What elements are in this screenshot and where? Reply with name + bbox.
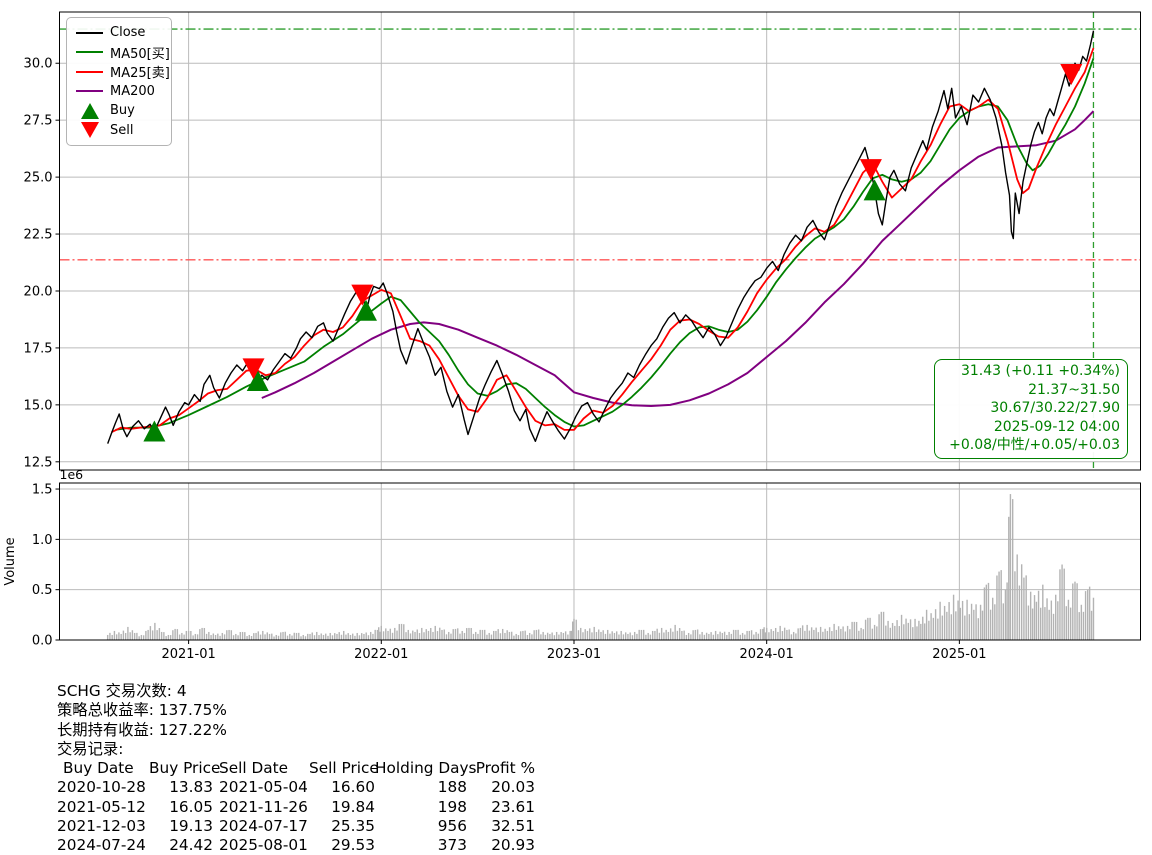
close-line-icon (76, 31, 103, 34)
annotation-price-line: 31.43 (+0.11 +0.34%) (960, 363, 1120, 379)
legend-label: Sell (110, 122, 134, 138)
svg-text:0.0: 0.0 (32, 634, 53, 649)
trading-chart-page: 12.5 15.0 17.5 20.0 22.5 25.0 27.5 30.0 0.0 0.5 1.… (0, 0, 1152, 855)
col-holding-days: Holding Days (375, 759, 477, 778)
symbol-trade-count: SCHG 交易次数: 4 (57, 682, 187, 700)
buy-marker (246, 369, 269, 391)
cell-sell-price: 29.53 (331, 836, 375, 855)
cell-sell-price: 19.84 (331, 797, 375, 816)
trade-table-header: Buy Date Buy Price Sell Date Sell Price … (57, 759, 535, 778)
svg-text:25.0: 25.0 (24, 171, 53, 186)
cell-buy-price: 19.13 (169, 817, 213, 836)
price-volume-chart: 12.5 15.0 17.5 20.0 22.5 25.0 27.5 30.0 0.0 0.5 1.… (3, 11, 1141, 662)
buy-triangle-icon (76, 102, 103, 119)
cell-sell-date: 2024-07-17 (219, 817, 308, 836)
trade-records-label: 交易记录: (57, 739, 124, 758)
volume-offset-label: 1e6 (60, 467, 84, 482)
cell-sell-price: 16.60 (331, 778, 375, 797)
cell-profit-pct: 23.61 (491, 797, 535, 816)
volume-axis-label: Volume (3, 537, 18, 585)
svg-text:30.0: 30.0 (24, 57, 53, 72)
cell-profit-pct: 20.03 (491, 778, 535, 797)
cell-holding-days: 198 (437, 797, 467, 816)
svg-text:2025-01: 2025-01 (932, 647, 986, 662)
cell-sell-date: 2025-08-01 (219, 836, 308, 855)
legend-item-ma50: MA50[买] (76, 43, 170, 63)
legend-label: MA200 (110, 83, 155, 99)
svg-text:2021-01: 2021-01 (161, 647, 215, 662)
cell-buy-price: 16.05 (169, 797, 213, 816)
svg-text:22.5: 22.5 (24, 228, 53, 243)
cell-buy-price: 24.42 (169, 836, 213, 855)
annotation-signal-line: +0.08/中性/+0.05/+0.03 (949, 437, 1120, 453)
cell-sell-date: 2021-11-26 (219, 797, 308, 816)
ma200-line-icon (76, 90, 103, 93)
sell-triangle-icon (76, 122, 103, 139)
annotation-range-line: 21.37~31.50 (1028, 381, 1120, 398)
svg-text:27.5: 27.5 (24, 114, 53, 129)
svg-text:20.0: 20.0 (24, 284, 53, 299)
svg-text:1.0: 1.0 (32, 533, 53, 548)
legend-label: Buy (110, 103, 135, 119)
cell-sell-price: 25.35 (331, 817, 375, 836)
price-annotation-box: 31.43 (+0.11 +0.34%) 21.37~31.50 30.67/3… (934, 359, 1128, 459)
cell-holding-days: 956 (437, 817, 467, 836)
legend-item-buy: Buy (76, 101, 162, 121)
trade-row: 2020-10-28 13.83 2021-05-04 16.60 188 20… (57, 778, 535, 797)
buy-hold-return: 长期持有收益: 127.22% (57, 720, 227, 739)
annotation-ma-line: 30.67/30.22/27.90 (990, 400, 1120, 416)
trade-row: 2024-07-24 24.42 2025-08-01 29.53 373 20… (57, 836, 535, 855)
svg-text:17.5: 17.5 (24, 341, 53, 356)
col-profit-pct: Profit % (475, 759, 535, 778)
cell-buy-date: 2024-07-24 (57, 836, 146, 855)
legend-item-close: Close (76, 23, 162, 43)
legend-item-ma25: MA25[卖] (76, 62, 170, 82)
col-sell-date: Sell Date (219, 759, 289, 778)
cell-profit-pct: 20.93 (491, 836, 535, 855)
svg-text:2022-01: 2022-01 (354, 647, 408, 662)
legend-label: MA25[卖] (110, 66, 170, 82)
strategy-report: SCHG 交易次数: 4 策略总收益率: 137.75% 长期持有收益: 127… (57, 682, 535, 855)
ma25-line-icon (76, 70, 103, 73)
ma50-line-icon (76, 51, 103, 54)
legend-item-sell: Sell (76, 121, 162, 141)
cell-holding-days: 188 (437, 778, 467, 797)
volume-bars (106, 494, 1095, 640)
legend-label: Close (110, 25, 146, 41)
svg-text:0.5: 0.5 (32, 583, 53, 598)
cell-holding-days: 373 (437, 836, 467, 855)
legend-label: MA50[买] (110, 46, 170, 62)
cell-buy-date: 2021-05-12 (57, 797, 146, 816)
svg-text:2023-01: 2023-01 (547, 647, 601, 662)
svg-text:2024-01: 2024-01 (740, 647, 794, 662)
cell-profit-pct: 32.51 (491, 817, 535, 836)
svg-text:15.0: 15.0 (24, 398, 53, 413)
cell-buy-price: 13.83 (169, 778, 213, 797)
axis-ticks-and-labels: 12.5 15.0 17.5 20.0 22.5 25.0 27.5 30.0 0.0 0.5 1.… (3, 57, 987, 662)
annotation-datetime-line: 2025-09-12 04:00 (993, 418, 1120, 435)
trade-row: 2021-05-12 16.05 2021-11-26 19.84 198 23… (57, 798, 535, 817)
cell-buy-date: 2021-12-03 (57, 817, 146, 836)
col-buy-date: Buy Date (63, 759, 134, 778)
svg-text:12.5: 12.5 (24, 455, 53, 470)
cell-sell-date: 2021-05-04 (219, 778, 308, 797)
legend-item-ma200: MA200 (76, 82, 162, 102)
svg-text:1.5: 1.5 (32, 483, 53, 498)
strategy-return: 策略总收益率: 137.75% (57, 701, 227, 720)
cell-buy-date: 2020-10-28 (57, 778, 146, 797)
trade-table: Buy Date Buy Price Sell Date Sell Price … (57, 759, 535, 855)
col-buy-price: Buy Price (149, 759, 221, 778)
col-sell-price: Sell Price (309, 759, 379, 778)
trade-row: 2021-12-03 19.13 2024-07-17 25.35 956 32… (57, 817, 535, 836)
chart-legend: Close MA50[买] MA25[卖] MA200 Buy Sell (66, 17, 172, 146)
